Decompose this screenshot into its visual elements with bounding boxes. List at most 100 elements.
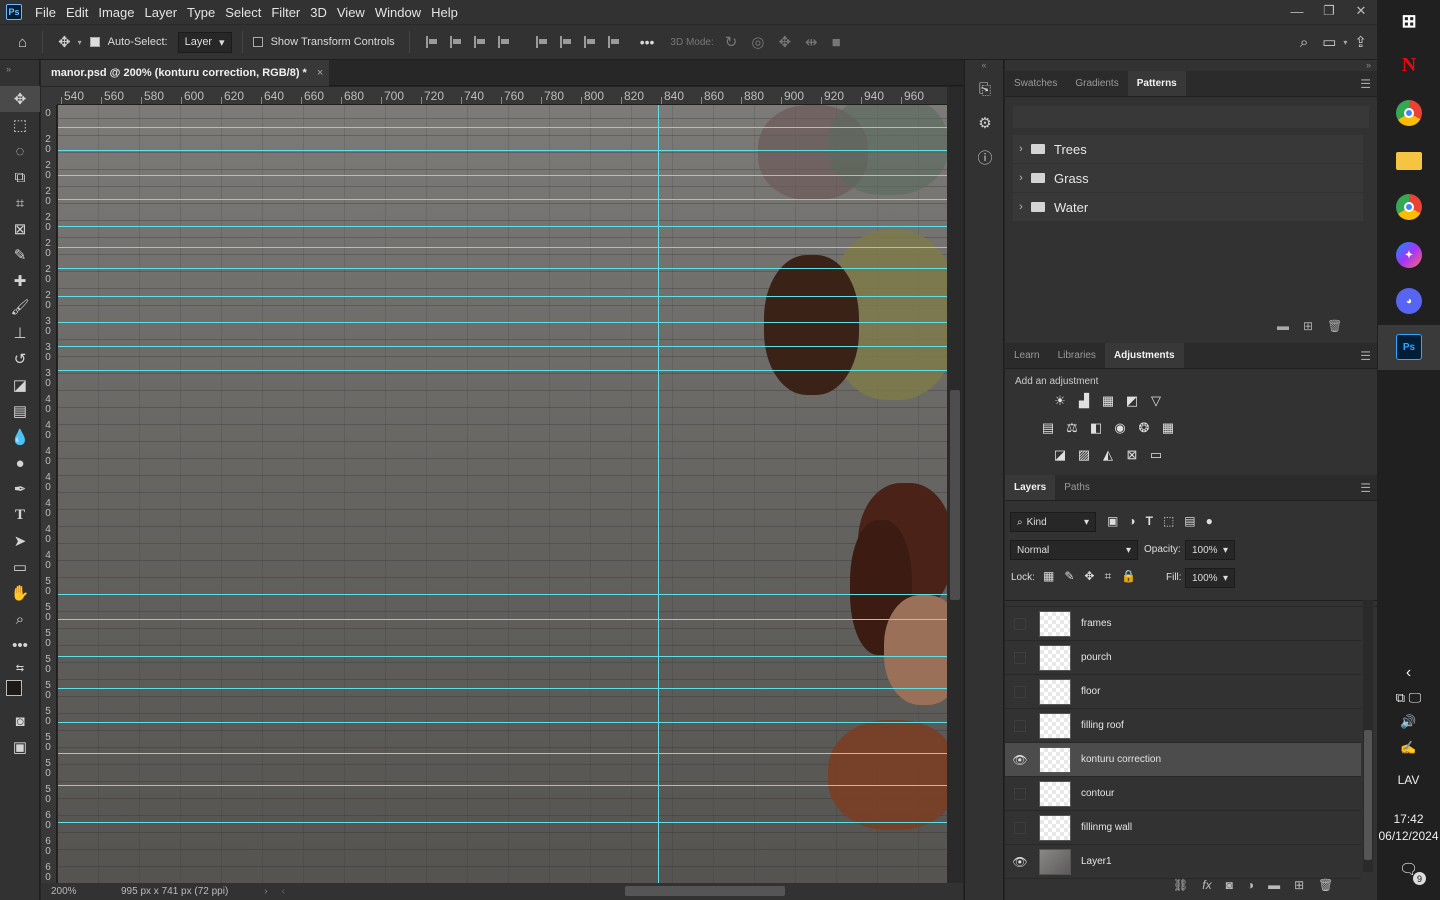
- link-layers-icon[interactable]: ⛓: [1173, 878, 1188, 892]
- windows-start-icon[interactable]: ⊞: [1396, 8, 1422, 34]
- collapse-toolbar-icon[interactable]: »: [0, 60, 39, 86]
- history-icon[interactable]: ⎘: [965, 72, 1005, 106]
- vertical-scroll-thumb[interactable]: [950, 390, 960, 600]
- horizontal-guide[interactable]: [58, 688, 947, 689]
- horizontal-guide[interactable]: [58, 722, 947, 723]
- visibility-toggle[interactable]: [1014, 617, 1026, 630]
- workspace-icon[interactable]: ▭: [1322, 33, 1336, 51]
- align-left-icon[interactable]: [425, 36, 438, 48]
- foreground-color-swatch[interactable]: [6, 680, 22, 696]
- edit-toolbar-icon[interactable]: •••: [0, 632, 40, 658]
- layer-style-icon[interactable]: fx: [1202, 878, 1211, 892]
- minimize-button[interactable]: —: [1281, 0, 1313, 22]
- blur-tool-icon[interactable]: 💧: [0, 424, 40, 450]
- marquee-tool-icon[interactable]: ⬚: [0, 112, 40, 138]
- layer-row[interactable]: frames: [1005, 607, 1361, 641]
- more-options-button[interactable]: •••: [640, 34, 655, 50]
- swap-colors-icon[interactable]: ⇆: [0, 658, 40, 678]
- layer-name[interactable]: contour: [1081, 788, 1114, 799]
- menu-layer[interactable]: Layer: [140, 5, 183, 20]
- align-top-icon[interactable]: [535, 36, 548, 48]
- layers-scrollbar[interactable]: [1363, 600, 1373, 872]
- object-select-tool-icon[interactable]: ⧉: [0, 164, 40, 190]
- layer-row[interactable]: fillinmg wall: [1005, 811, 1361, 845]
- chevron-down-icon[interactable]: ▾: [78, 38, 82, 47]
- exposure-icon[interactable]: ◩: [1124, 393, 1140, 408]
- pattern-search-bar[interactable]: [1013, 106, 1369, 128]
- tab-paths[interactable]: Paths: [1055, 475, 1099, 500]
- status-expand-icon[interactable]: ›: [264, 886, 267, 897]
- frame-tool-icon[interactable]: ⊠: [0, 216, 40, 242]
- distribute-vertical-icon[interactable]: [497, 36, 510, 48]
- hand-tool-icon[interactable]: ✋: [0, 580, 40, 606]
- filter-toggle-icon[interactable]: ●: [1206, 514, 1213, 528]
- menu-image[interactable]: Image: [93, 5, 139, 20]
- rectangle-tool-icon[interactable]: ▭: [0, 554, 40, 580]
- eraser-tool-icon[interactable]: ◪: [0, 372, 40, 398]
- show-transform-checkbox[interactable]: [252, 37, 263, 47]
- horizontal-guide[interactable]: [58, 127, 947, 128]
- horizontal-guide[interactable]: [58, 656, 947, 657]
- horizontal-guide[interactable]: [58, 199, 947, 200]
- tab-libraries[interactable]: Libraries: [1049, 343, 1105, 368]
- align-center-icon[interactable]: [449, 36, 462, 48]
- file-explorer-icon[interactable]: [1396, 152, 1422, 170]
- color-balance-icon[interactable]: ⚖: [1064, 420, 1080, 435]
- move-tool-icon[interactable]: ✥: [0, 86, 40, 112]
- gradient-tool-icon[interactable]: ▤: [0, 398, 40, 424]
- dodge-tool-icon[interactable]: ●: [0, 450, 40, 476]
- posterize-icon[interactable]: ▨: [1076, 447, 1092, 462]
- move-tool-preset-icon[interactable]: ✥: [58, 33, 71, 51]
- tab-adjustments[interactable]: Adjustments: [1104, 343, 1184, 368]
- lock-transparent-icon[interactable]: ▦: [1043, 569, 1054, 584]
- layer-row[interactable]: 👁 Layer1: [1005, 845, 1361, 879]
- filter-type-icon[interactable]: T: [1146, 514, 1153, 528]
- channel-mixer-icon[interactable]: ❂: [1136, 420, 1152, 435]
- volume-icon[interactable]: 🔊: [1377, 714, 1440, 730]
- color-lookup-icon[interactable]: ▦: [1160, 420, 1176, 435]
- new-group-icon[interactable]: ▬: [1268, 878, 1280, 892]
- collapse-strip-icon[interactable]: «: [965, 60, 1003, 72]
- messenger-icon[interactable]: ✦: [1396, 242, 1422, 268]
- layer-name[interactable]: fillinmg wall: [1081, 822, 1132, 833]
- filter-shape-icon[interactable]: ⬚: [1163, 514, 1174, 528]
- tab-gradients[interactable]: Gradients: [1066, 71, 1127, 96]
- brush-tool-icon[interactable]: 🖌: [0, 294, 40, 320]
- horizontal-guide[interactable]: [58, 619, 947, 620]
- layers-scroll-thumb[interactable]: [1364, 730, 1372, 860]
- search-icon[interactable]: ⌕: [1300, 34, 1308, 51]
- filter-pixel-icon[interactable]: ▣: [1107, 514, 1118, 528]
- visibility-toggle[interactable]: [1014, 787, 1026, 800]
- clock-date[interactable]: 06/12/2024: [1377, 829, 1440, 843]
- filter-smart-object-icon[interactable]: ▤: [1184, 514, 1195, 528]
- share-icon[interactable]: ⇪: [1354, 33, 1367, 51]
- new-layer-icon[interactable]: ⊞: [1294, 878, 1304, 892]
- lasso-tool-icon[interactable]: ◌: [0, 138, 40, 164]
- quick-mask-icon[interactable]: ◙: [0, 708, 40, 734]
- invert-icon[interactable]: ◪: [1052, 447, 1068, 462]
- lock-artboard-icon[interactable]: ⌗: [1104, 569, 1111, 584]
- fill-input[interactable]: 100% ▾: [1185, 568, 1235, 588]
- panel-menu-icon[interactable]: ☰: [1360, 71, 1377, 96]
- visibility-toggle[interactable]: [1014, 719, 1026, 732]
- layer-row[interactable]: 👁 konturu correction: [1005, 743, 1361, 777]
- auto-select-checkbox[interactable]: [89, 37, 100, 47]
- threshold-icon[interactable]: ◭: [1100, 447, 1116, 462]
- gradient-map-icon[interactable]: ▭: [1148, 447, 1164, 462]
- levels-icon[interactable]: ▟: [1076, 393, 1092, 408]
- photo-filter-icon[interactable]: ◉: [1112, 420, 1128, 435]
- adjustment-layer-icon[interactable]: ◑: [1247, 878, 1254, 892]
- eye-icon[interactable]: 👁: [1005, 753, 1035, 767]
- horizontal-guide[interactable]: [58, 346, 947, 347]
- menu-type[interactable]: Type: [182, 5, 220, 20]
- layer-row[interactable]: floor: [1005, 675, 1361, 709]
- horizontal-guide[interactable]: [58, 296, 947, 297]
- horizontal-guide[interactable]: [58, 150, 947, 151]
- menu-3d[interactable]: 3D: [305, 5, 332, 20]
- vertical-guide[interactable]: [658, 105, 659, 883]
- horizontal-guide[interactable]: [58, 822, 947, 823]
- lock-position-icon[interactable]: ✥: [1084, 569, 1094, 584]
- tab-swatches[interactable]: Swatches: [1005, 71, 1066, 96]
- horizontal-scroll-thumb[interactable]: [625, 886, 785, 896]
- network-icon[interactable]: ⧉ 🖵: [1377, 690, 1440, 706]
